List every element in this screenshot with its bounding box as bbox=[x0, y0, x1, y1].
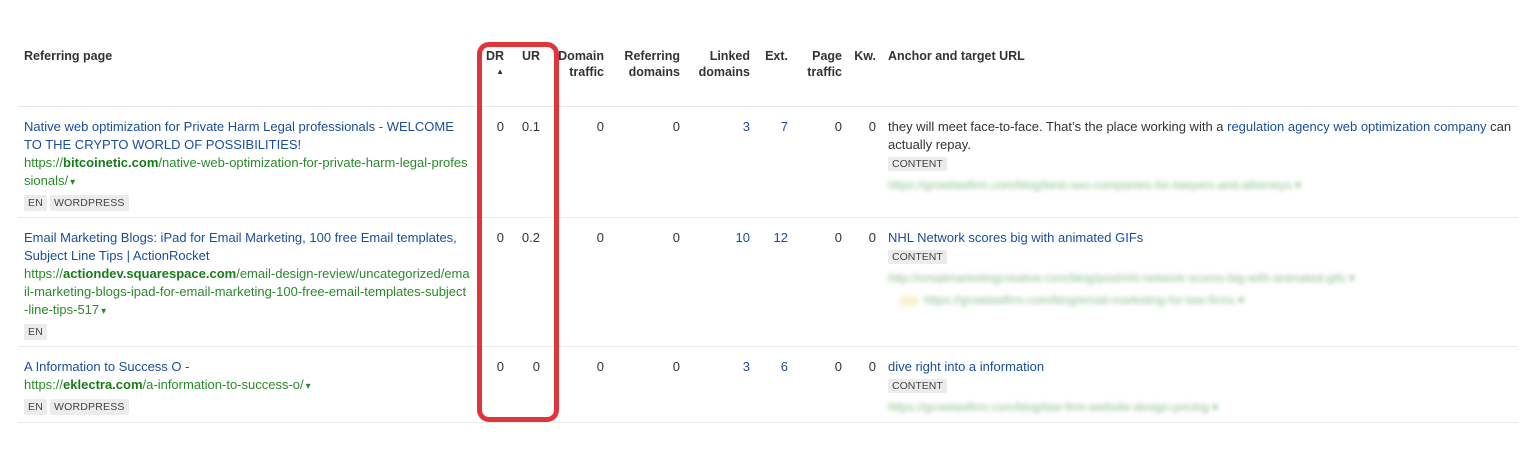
page-tags: EN WORDPRESS bbox=[24, 195, 470, 211]
dr-value: 0 bbox=[476, 106, 510, 218]
dr-value: 0 bbox=[476, 217, 510, 347]
page-title-link[interactable]: Native web optimization for Private Harm… bbox=[24, 118, 470, 154]
redirect-badge bbox=[900, 295, 918, 306]
anchor-link[interactable]: dive right into a information bbox=[888, 359, 1044, 374]
page-tags: EN WORDPRESS bbox=[24, 399, 470, 415]
target-url-blurred[interactable]: https://growlawfirm.com/blog/best-seo-co… bbox=[888, 176, 1512, 194]
col-kw[interactable]: Kw. bbox=[848, 40, 882, 107]
table-row: Email Marketing Blogs: iPad for Email Ma… bbox=[18, 217, 1518, 347]
referring-page-cell: Email Marketing Blogs: iPad for Email Ma… bbox=[18, 217, 476, 347]
content-tag: CONTENT bbox=[888, 379, 947, 393]
page-url-link[interactable]: https://eklectra.com/a-information-to-su… bbox=[24, 376, 470, 396]
anchor-cell: they will meet face-to-face. That’s the … bbox=[882, 106, 1518, 218]
page-url-link[interactable]: https://actiondev.squarespace.com/email-… bbox=[24, 265, 470, 321]
page-title-link[interactable]: A Information to Success O - bbox=[24, 358, 470, 376]
anchor-context: NHL Network scores big with animated GIF… bbox=[888, 229, 1512, 247]
language-tag: EN bbox=[24, 324, 47, 340]
anchor-cell: dive right into a information CONTENT ht… bbox=[882, 346, 1518, 423]
referring-page-cell: Native web optimization for Private Harm… bbox=[18, 106, 476, 218]
anchor-context: dive right into a information bbox=[888, 358, 1512, 376]
platform-tag: WORDPRESS bbox=[50, 195, 129, 211]
ext-value[interactable]: 7 bbox=[756, 106, 794, 218]
referring-domains-value: 0 bbox=[610, 346, 686, 423]
kw-value: 0 bbox=[848, 217, 882, 347]
content-tag: CONTENT bbox=[888, 250, 947, 264]
page-traffic-value: 0 bbox=[794, 346, 848, 423]
kw-value: 0 bbox=[848, 106, 882, 218]
col-ext[interactable]: Ext. bbox=[756, 40, 794, 107]
page-title-link[interactable]: Email Marketing Blogs: iPad for Email Ma… bbox=[24, 229, 470, 265]
page-traffic-value: 0 bbox=[794, 217, 848, 347]
chevron-down-icon[interactable]: ▾ bbox=[306, 381, 311, 392]
page-traffic-value: 0 bbox=[794, 106, 848, 218]
col-dr[interactable]: DR ▲ bbox=[476, 40, 510, 107]
anchor-context: they will meet face-to-face. That’s the … bbox=[888, 119, 1512, 152]
linked-domains-value[interactable]: 10 bbox=[686, 217, 756, 347]
col-domain-traffic[interactable]: Domain traffic bbox=[546, 40, 610, 107]
table-header-row: Referring page DR ▲ UR Domain traffic Ref… bbox=[18, 40, 1518, 107]
ur-value: 0 bbox=[510, 346, 546, 423]
ext-value[interactable]: 6 bbox=[756, 346, 794, 423]
col-referring-page[interactable]: Referring page bbox=[18, 40, 476, 107]
ur-value: 0.1 bbox=[510, 106, 546, 218]
referring-page-cell: A Information to Success O - https://ekl… bbox=[18, 346, 476, 423]
page-tags: EN bbox=[24, 324, 470, 340]
linked-domains-value[interactable]: 3 bbox=[686, 346, 756, 423]
language-tag: EN bbox=[24, 399, 47, 415]
ext-value[interactable]: 12 bbox=[756, 217, 794, 347]
col-page-traffic[interactable]: Page traffic bbox=[794, 40, 848, 107]
dr-value: 0 bbox=[476, 346, 510, 423]
chevron-down-icon[interactable]: ▾ bbox=[101, 306, 106, 317]
ur-value: 0.2 bbox=[510, 217, 546, 347]
page-url-link[interactable]: https://bitcoinetic.com/native-web-optim… bbox=[24, 154, 470, 192]
col-linked-domains[interactable]: Linked domains bbox=[686, 40, 756, 107]
platform-tag: WORDPRESS bbox=[50, 399, 129, 415]
backlinks-table: Referring page DR ▲ UR Domain traffic Ref… bbox=[18, 40, 1518, 423]
redirect-url-blurred[interactable]: https://growlawfirm.com/blog/email-marke… bbox=[888, 291, 1512, 309]
chevron-down-icon[interactable]: ▾ bbox=[70, 177, 75, 188]
kw-value: 0 bbox=[848, 346, 882, 423]
anchor-link[interactable]: regulation agency web optimization compa… bbox=[1227, 119, 1486, 134]
linked-domains-value[interactable]: 3 bbox=[686, 106, 756, 218]
anchor-cell: NHL Network scores big with animated GIF… bbox=[882, 217, 1518, 347]
referring-domains-value: 0 bbox=[610, 106, 686, 218]
table-row: Native web optimization for Private Harm… bbox=[18, 106, 1518, 218]
language-tag: EN bbox=[24, 195, 47, 211]
target-url-blurred[interactable]: https://growlawfirm.com/blog/law-firm-we… bbox=[888, 398, 1512, 416]
table-row: A Information to Success O - https://ekl… bbox=[18, 346, 1518, 423]
domain-traffic-value: 0 bbox=[546, 217, 610, 347]
referring-domains-value: 0 bbox=[610, 217, 686, 347]
sort-ascending-icon: ▲ bbox=[496, 67, 504, 76]
domain-traffic-value: 0 bbox=[546, 106, 610, 218]
anchor-link[interactable]: NHL Network scores big with animated GIF… bbox=[888, 230, 1143, 245]
col-anchor[interactable]: Anchor and target URL bbox=[882, 40, 1518, 107]
col-ur[interactable]: UR bbox=[510, 40, 546, 107]
content-tag: CONTENT bbox=[888, 157, 947, 171]
domain-traffic-value: 0 bbox=[546, 346, 610, 423]
col-referring-domains[interactable]: Referring domains bbox=[610, 40, 686, 107]
target-url-blurred[interactable]: http://emailmarketingcreative.com/blog/p… bbox=[888, 269, 1512, 287]
